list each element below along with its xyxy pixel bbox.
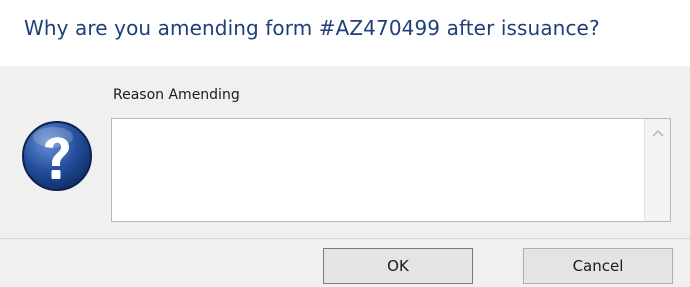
reason-amending-input[interactable]: [112, 119, 644, 221]
scroll-up-arrow-icon[interactable]: [651, 128, 665, 138]
dialog-title: Why are you amending form #AZ470499 afte…: [24, 16, 600, 40]
question-icon: [22, 121, 92, 191]
reason-amending-field: [111, 118, 671, 222]
amend-reason-dialog: Why are you amending form #AZ470499 afte…: [0, 0, 690, 287]
textarea-scrollbar[interactable]: [644, 119, 670, 221]
cancel-button[interactable]: Cancel: [523, 248, 673, 284]
reason-amending-label: Reason Amending: [113, 87, 240, 103]
dialog-header: Why are you amending form #AZ470499 afte…: [0, 0, 690, 66]
ok-button[interactable]: OK: [323, 248, 473, 284]
